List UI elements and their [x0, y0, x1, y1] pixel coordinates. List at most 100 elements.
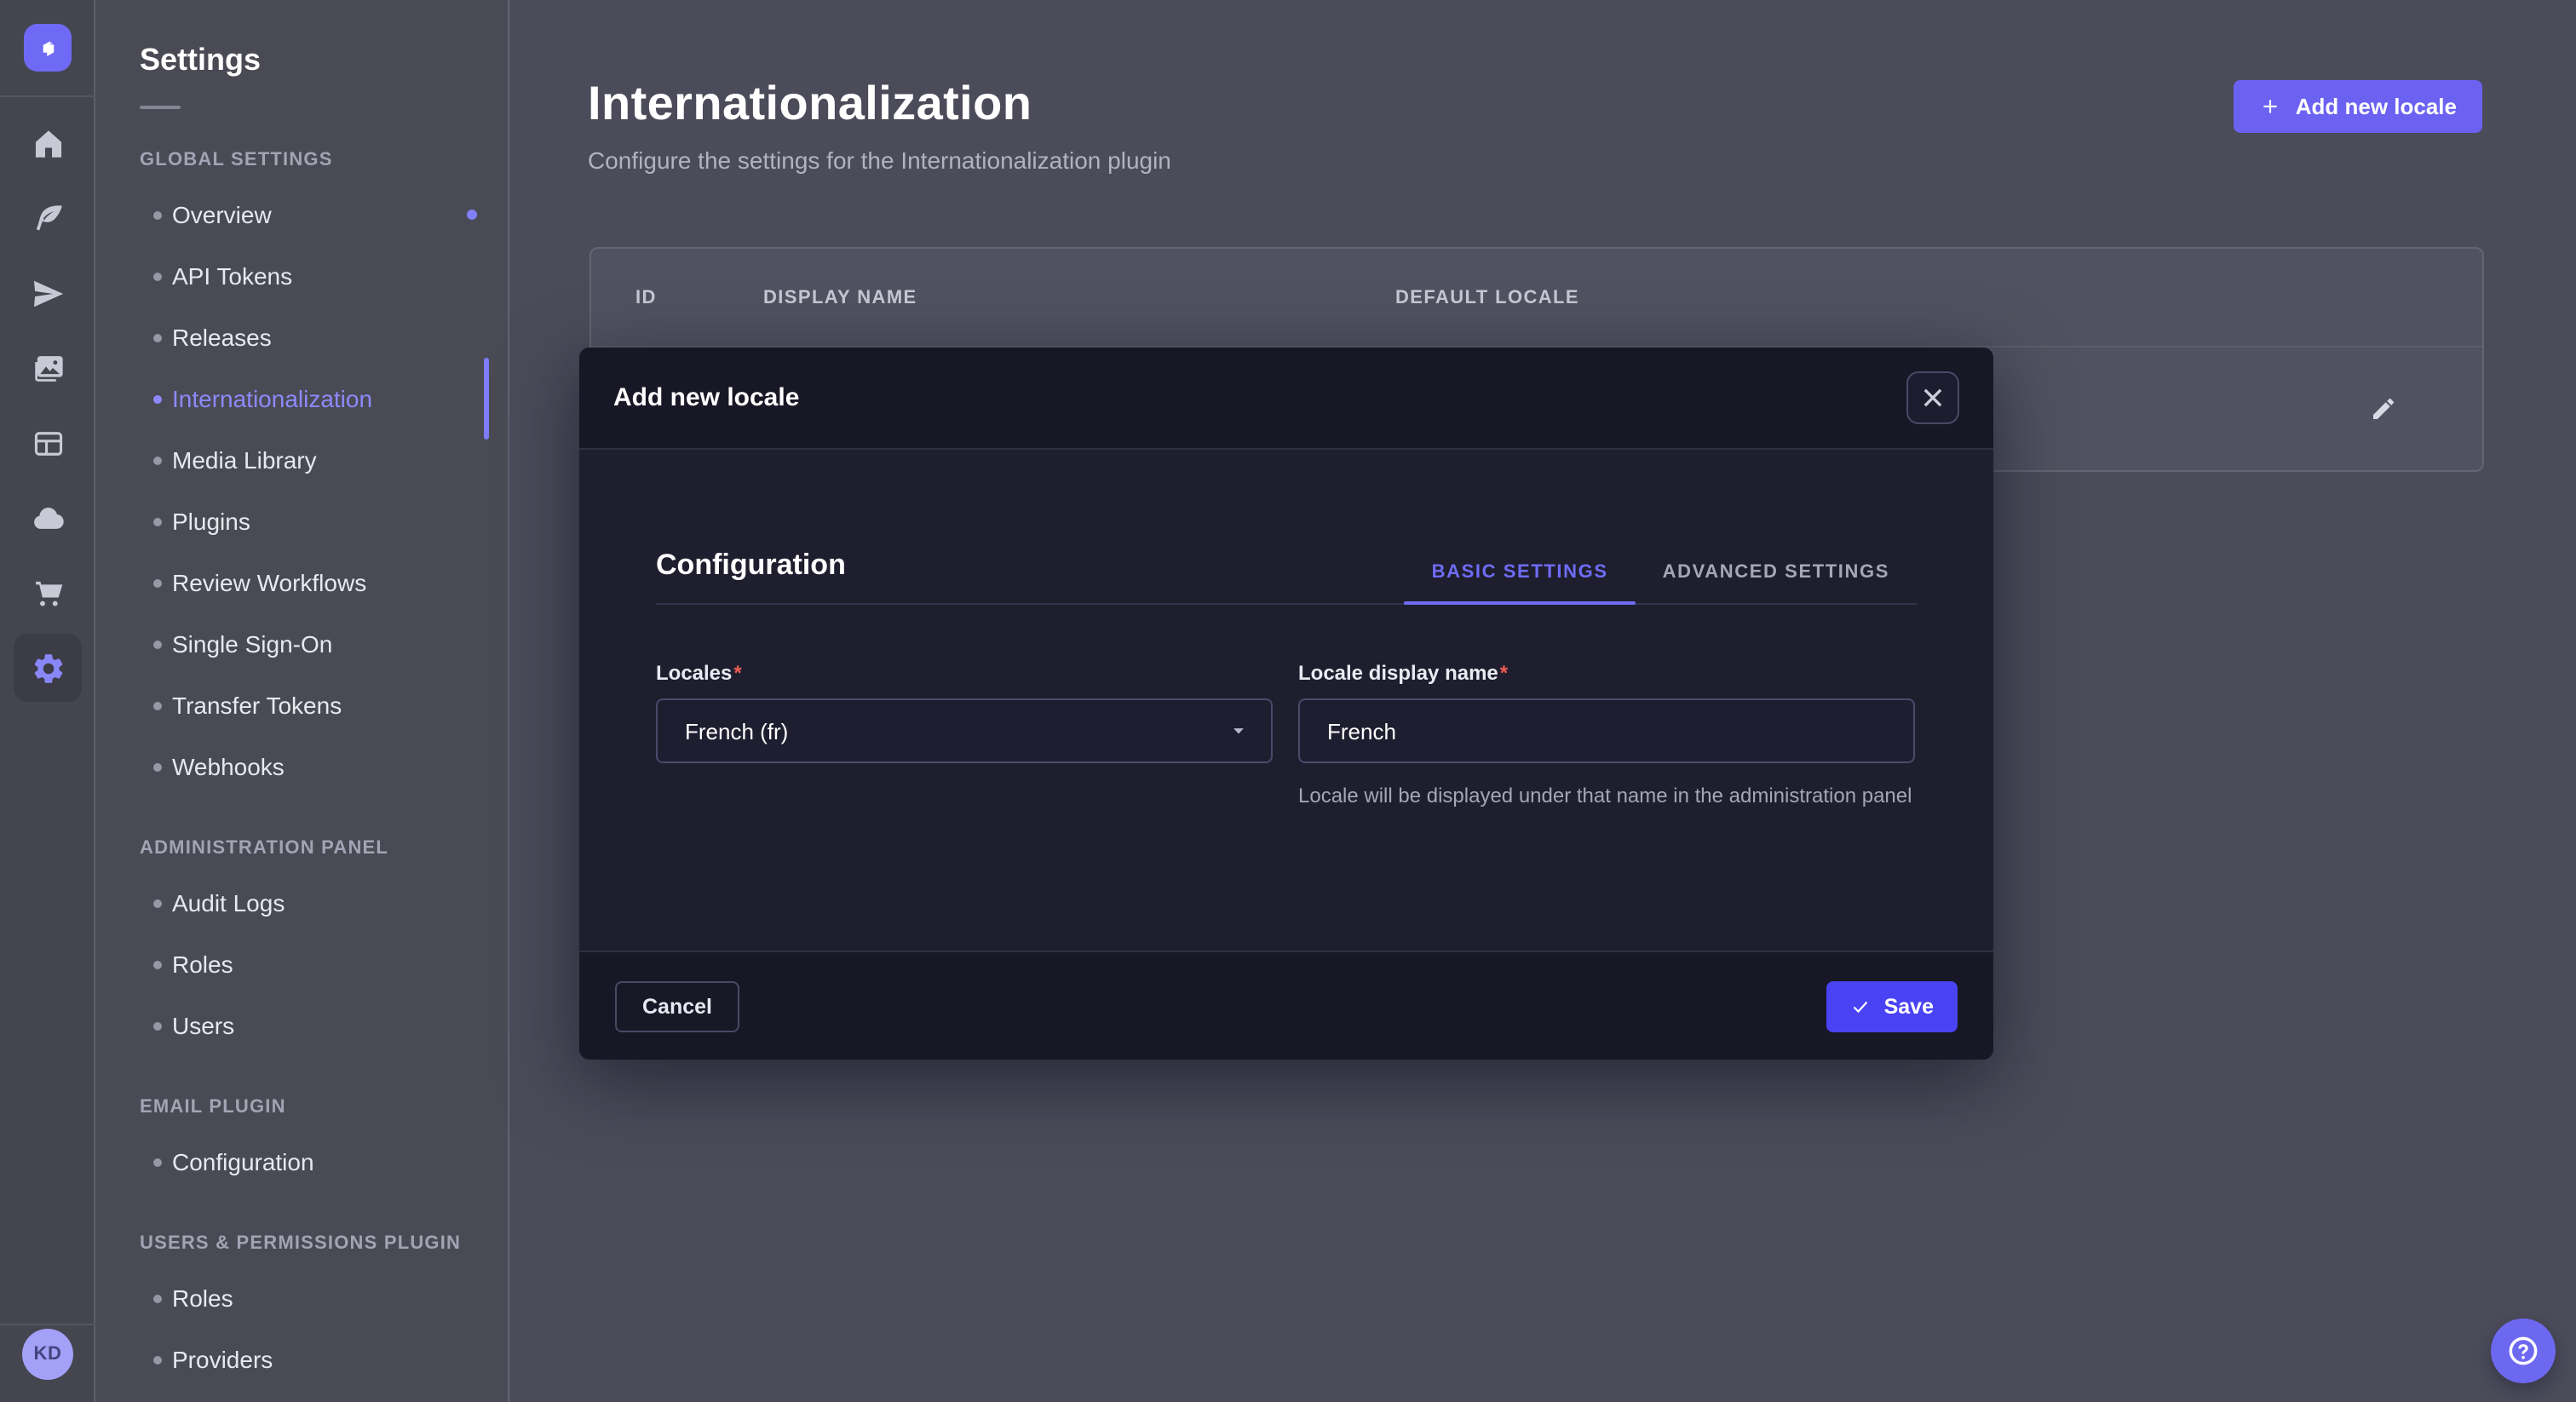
sidebar-item-media-library[interactable]: Media Library: [97, 429, 508, 491]
bullet-dot: [153, 334, 162, 342]
sidebar-item-api-tokens[interactable]: API Tokens: [97, 245, 508, 307]
configuration-heading: Configuration: [656, 549, 846, 603]
bullet-dot: [153, 1295, 162, 1303]
nav-home-button[interactable]: [14, 109, 82, 177]
gear-icon: [30, 650, 66, 686]
sidebar-item-transfer-tokens[interactable]: Transfer Tokens: [97, 675, 508, 736]
modal-close-button[interactable]: [1906, 371, 1959, 424]
sidebar-item-providers[interactable]: Providers: [97, 1329, 508, 1390]
section-label: EMAIL PLUGIN: [140, 1097, 508, 1118]
section-users-permissions-plugin: USERS & PERMISSIONS PLUGIN Roles Provide…: [97, 1233, 508, 1390]
required-asterisk: *: [1500, 661, 1508, 685]
bullet-dot: [153, 763, 162, 772]
pencil-icon: [2370, 395, 2397, 422]
required-asterisk: *: [733, 661, 741, 685]
question-icon: [2504, 1332, 2542, 1370]
nav-content-builder-button[interactable]: [14, 184, 82, 252]
chevron-down-icon: [1227, 719, 1251, 743]
column-header-id: ID: [635, 287, 763, 307]
section-email-plugin: EMAIL PLUGIN Configuration: [97, 1097, 508, 1192]
sidebar-item-single-sign-on[interactable]: Single Sign-On: [97, 613, 508, 675]
bullet-dot: [153, 899, 162, 908]
sidebar-item-review-workflows[interactable]: Review Workflows: [97, 552, 508, 613]
section-label: GLOBAL SETTINGS: [140, 150, 508, 170]
modal-title: Add new locale: [613, 383, 799, 412]
strapi-admin-app: KD Settings GLOBAL SETTINGS Overview API…: [0, 0, 2576, 1402]
save-button[interactable]: Save: [1826, 980, 1958, 1031]
bullet-dot: [153, 579, 162, 588]
section-administration-panel: ADMINISTRATION PANEL Audit Logs Roles Us…: [97, 838, 508, 1056]
modal-footer: Cancel Save: [579, 951, 1993, 1060]
locales-select-value: French (fr): [685, 718, 1227, 744]
modal-body: Configuration BASIC SETTINGS ADVANCED SE…: [579, 450, 1993, 951]
nav-deploy-button[interactable]: [14, 259, 82, 327]
close-icon: [1923, 388, 1942, 407]
bullet-dot: [153, 1356, 162, 1365]
bullet-dot: [153, 641, 162, 649]
nav-cloud-button[interactable]: [14, 484, 82, 552]
cloud-icon: [30, 500, 66, 536]
column-header-display-name: DISPLAY NAME: [763, 287, 1395, 307]
notification-dot: [467, 210, 477, 220]
paper-plane-icon: [30, 275, 66, 311]
sidebar-item-up-roles[interactable]: Roles: [97, 1267, 508, 1329]
media-library-icon: [30, 350, 66, 386]
bullet-dot: [153, 518, 162, 526]
bullet-dot: [153, 1022, 162, 1031]
strapi-logo[interactable]: [24, 24, 72, 72]
nav-settings-button[interactable]: [14, 634, 82, 702]
rail-bottom-divider: [0, 1324, 95, 1325]
edit-locale-button[interactable]: [2356, 382, 2411, 436]
bullet-dot: [153, 395, 162, 404]
sidebar-item-email-configuration[interactable]: Configuration: [97, 1131, 508, 1192]
display-name-label: Locale display name*: [1298, 661, 1915, 685]
bullet-dot: [153, 273, 162, 281]
sidebar-item-users[interactable]: Users: [97, 995, 508, 1056]
display-name-field: Locale display name* French Locale will …: [1298, 661, 1915, 811]
bullet-dot: [153, 961, 162, 969]
column-header-default-locale: DEFAULT LOCALE: [1395, 287, 2482, 307]
locales-label: Locales*: [656, 661, 1273, 685]
bullet-dot: [153, 457, 162, 465]
bullet-dot: [153, 211, 162, 220]
strapi-logo-icon: [35, 35, 60, 60]
sidebar-item-overview[interactable]: Overview: [97, 184, 508, 245]
layout-icon: [30, 425, 66, 461]
plus-icon: [2260, 95, 2282, 118]
nav-marketplace-button[interactable]: [14, 559, 82, 627]
home-icon: [30, 125, 66, 161]
cancel-button[interactable]: Cancel: [615, 980, 739, 1031]
user-avatar[interactable]: KD: [22, 1329, 73, 1380]
nav-content-manager-button[interactable]: [14, 409, 82, 477]
settings-sidebar: Settings GLOBAL SETTINGS Overview API To…: [97, 0, 509, 1402]
tab-basic-settings[interactable]: BASIC SETTINGS: [1405, 562, 1636, 603]
page-title: Internationalization: [588, 77, 1171, 131]
sidebar-title-underline: [140, 106, 181, 109]
sidebar-item-releases[interactable]: Releases: [97, 307, 508, 368]
nav-rail: KD: [0, 0, 95, 1402]
locales-select[interactable]: French (fr): [656, 698, 1273, 763]
sidebar-item-internationalization[interactable]: Internationalization: [97, 368, 508, 429]
check-icon: [1850, 996, 1871, 1016]
display-name-hint: Locale will be displayed under that name…: [1298, 782, 1915, 811]
page-subtitle: Configure the settings for the Internati…: [588, 147, 1171, 174]
nav-media-library-button[interactable]: [14, 334, 82, 402]
table-header-row: ID DISPLAY NAME DEFAULT LOCALE: [591, 249, 2482, 346]
section-global-settings: GLOBAL SETTINGS Overview API Tokens Rele…: [97, 150, 508, 797]
help-button[interactable]: [2491, 1319, 2556, 1383]
active-indicator-bar: [484, 358, 489, 440]
rail-divider: [0, 95, 95, 97]
display-name-input[interactable]: French: [1298, 698, 1915, 763]
add-new-locale-button[interactable]: Add new locale: [2234, 80, 2482, 133]
sidebar-item-plugins[interactable]: Plugins: [97, 491, 508, 552]
sidebar-title: Settings: [140, 43, 508, 78]
sidebar-item-webhooks[interactable]: Webhooks: [97, 736, 508, 797]
section-label: USERS & PERMISSIONS PLUGIN: [140, 1233, 508, 1254]
sidebar-item-roles[interactable]: Roles: [97, 934, 508, 995]
feather-icon: [30, 200, 66, 236]
sidebar-item-audit-logs[interactable]: Audit Logs: [97, 872, 508, 934]
locales-field: Locales* French (fr): [656, 661, 1273, 811]
tab-advanced-settings[interactable]: ADVANCED SETTINGS: [1636, 562, 1917, 603]
display-name-input-value: French: [1327, 718, 1893, 744]
cart-icon: [30, 575, 66, 611]
